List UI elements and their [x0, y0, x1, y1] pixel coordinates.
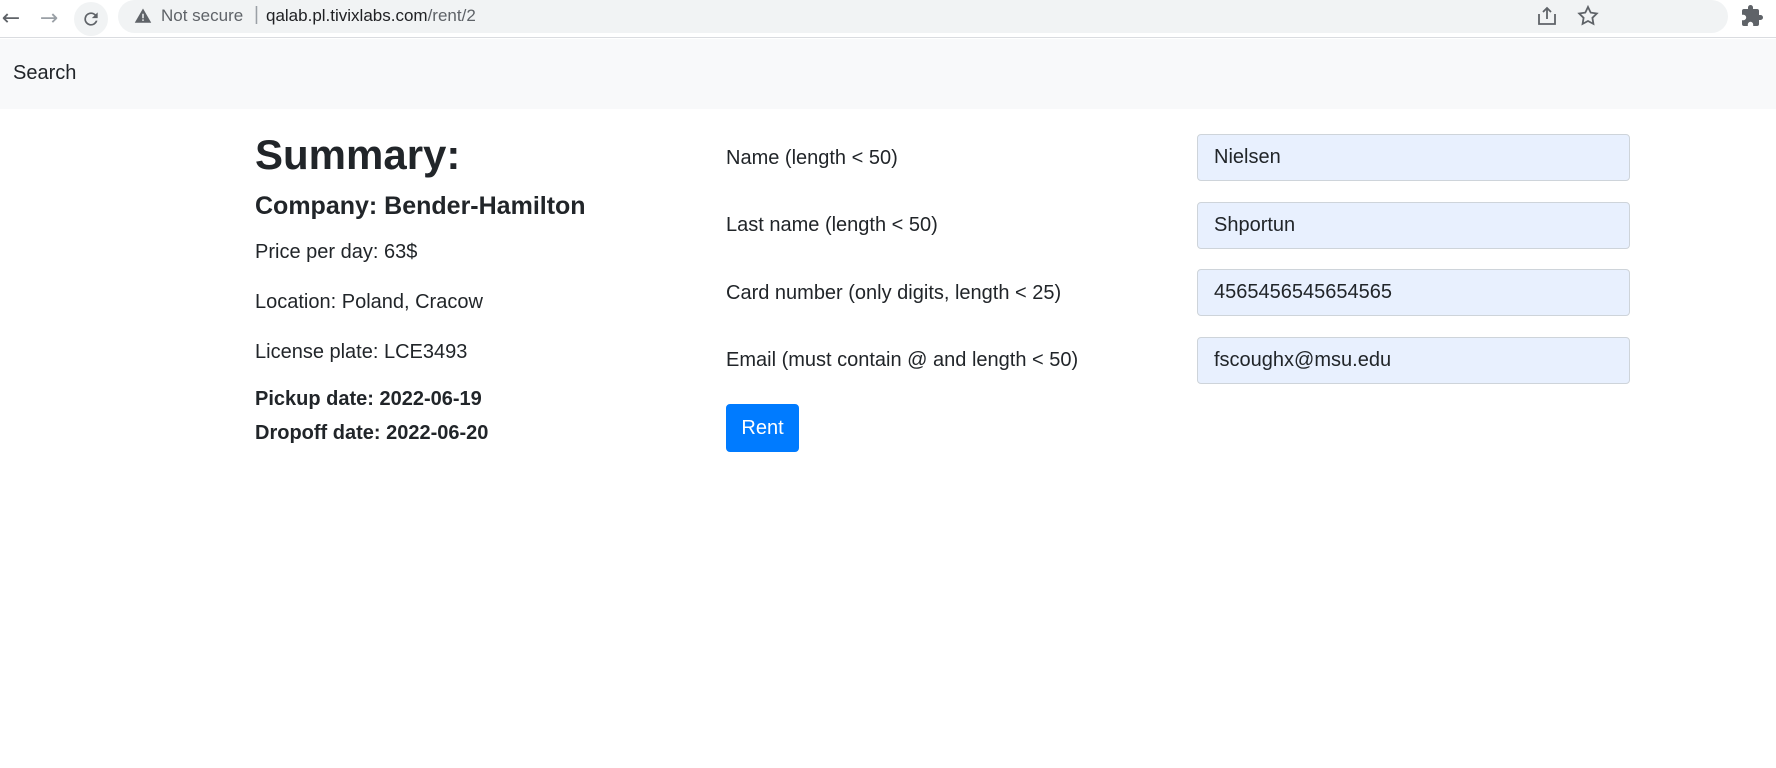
share-icon[interactable] — [1535, 4, 1559, 28]
price-per-day: Price per day: 63$ — [255, 241, 418, 263]
company-name: Company: Bender-Hamilton — [255, 192, 586, 220]
back-arrow-icon[interactable]: ← — [0, 2, 28, 36]
location: Location: Poland, Cracow — [255, 291, 483, 313]
star-icon[interactable] — [1576, 4, 1600, 28]
pickup-date: Pickup date: 2022-06-19 — [255, 388, 482, 410]
card-number-label: Card number (only digits, length < 25) — [726, 282, 1062, 304]
license-plate: License plate: LCE3493 — [255, 341, 468, 363]
rent-button[interactable]: Rent — [726, 404, 799, 452]
last-name-label: Last name (length < 50) — [726, 214, 938, 236]
email-label: Email (must contain @ and length < 50) — [726, 349, 1079, 371]
url-path: /rent/2 — [427, 6, 476, 25]
forward-arrow-icon[interactable]: → — [32, 2, 66, 36]
url-text[interactable]: qalab.pl.tivixlabs.com/rent/2 — [266, 6, 476, 26]
browser-toolbar: ← → Not secure | qalab.pl.tivixlabs.com/… — [0, 0, 1776, 38]
address-bar[interactable]: Not secure | qalab.pl.tivixlabs.com/rent… — [118, 0, 1728, 33]
card-number-field[interactable] — [1197, 269, 1630, 316]
dropoff-date: Dropoff date: 2022-06-20 — [255, 422, 489, 444]
email-field[interactable] — [1197, 337, 1630, 384]
name-field[interactable] — [1197, 134, 1630, 181]
navbar: Search — [0, 39, 1776, 109]
reload-icon[interactable] — [74, 2, 108, 36]
name-label: Name (length < 50) — [726, 147, 898, 169]
url-separator: | — [254, 4, 259, 25]
summary-title: Summary: — [255, 131, 461, 178]
warning-icon[interactable] — [134, 7, 152, 25]
url-host: qalab.pl.tivixlabs.com — [266, 6, 428, 25]
search-link[interactable]: Search — [13, 62, 76, 85]
security-label[interactable]: Not secure — [161, 6, 243, 26]
extensions-icon[interactable] — [1740, 4, 1764, 28]
last-name-field[interactable] — [1197, 202, 1630, 249]
